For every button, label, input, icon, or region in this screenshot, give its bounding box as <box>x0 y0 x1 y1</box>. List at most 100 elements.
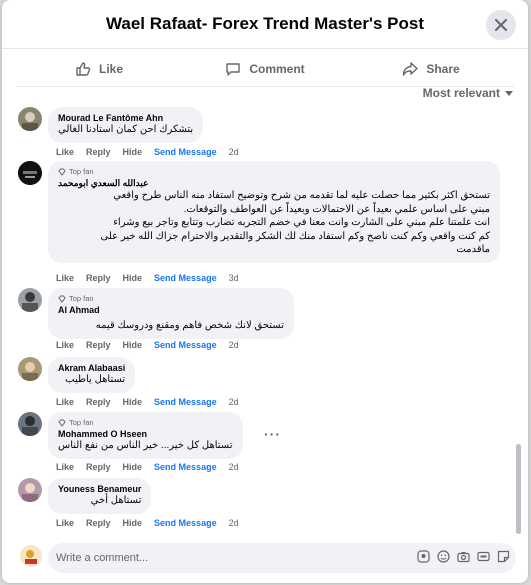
comment-like-link[interactable]: Like <box>56 518 74 528</box>
comment: Mourad Le Fantôme Ahn بتشكرك احن كمان اس… <box>18 107 478 162</box>
comment-text: تستحق لانك شخص فاهم ومقنع ودروسك قيمه <box>95 320 284 331</box>
comment-author[interactable]: Mourad Le Fantôme Ahn <box>58 113 193 123</box>
thumbs-up-icon <box>76 62 91 76</box>
comment-like-link[interactable]: Like <box>56 147 74 157</box>
current-user-avatar[interactable] <box>20 545 42 567</box>
avatar[interactable] <box>18 357 42 381</box>
comment-placeholder: Write a comment... <box>56 552 149 564</box>
comment-timestamp[interactable]: 2d <box>229 340 239 350</box>
emoji-icon[interactable] <box>436 549 450 563</box>
comment-hide-link[interactable]: Hide <box>123 462 143 472</box>
comment-bubble: Top fan Mohammed O Hseen تستاهل كل خير..… <box>48 412 243 459</box>
send-message-link[interactable]: Send Message <box>154 518 217 528</box>
comment-hide-link[interactable]: Hide <box>123 340 143 350</box>
avatar[interactable] <box>18 412 42 436</box>
comment-actions: Like Reply Hide Send Message 2d <box>56 518 239 528</box>
comment-text: تستاهل كل خير... خير الناس من نفع الناس <box>58 440 233 451</box>
comment-reply-link[interactable]: Reply <box>86 273 111 283</box>
send-message-link[interactable]: Send Message <box>154 397 217 407</box>
diamond-icon <box>58 419 66 427</box>
avatar[interactable] <box>18 478 42 502</box>
comment-reply-link[interactable]: Reply <box>86 518 111 528</box>
comment-reply-link[interactable]: Reply <box>86 462 111 472</box>
comment-text: بتشكرك احن كمان استادنا الغالي <box>58 124 194 135</box>
diamond-icon <box>58 295 66 303</box>
modal-header: Wael Rafaat- Forex Trend Master's Post <box>2 0 528 49</box>
comment-like-link[interactable]: Like <box>56 273 74 283</box>
comment-actions: Like Reply Hide Send Message 3d <box>56 273 239 283</box>
comment-composer: Write a comment... <box>2 540 528 583</box>
share-icon <box>403 62 419 76</box>
comment-reply-link[interactable]: Reply <box>86 340 111 350</box>
comment-bubble: Akram Alabaasi تستاهل ياطيب <box>48 357 136 393</box>
comment-timestamp[interactable]: 2d <box>229 147 239 157</box>
like-button[interactable]: Like <box>16 52 182 86</box>
comment-hide-link[interactable]: Hide <box>123 518 143 528</box>
comment-bubble: Youness Benameur تستاهل أخي <box>48 478 152 514</box>
comment-hide-link[interactable]: Hide <box>123 273 143 283</box>
comment-timestamp[interactable]: 2d <box>229 518 239 528</box>
like-label: Like <box>98 62 123 76</box>
comment-timestamp[interactable]: 2d <box>229 397 239 407</box>
comment-author[interactable]: Akram Alabaasi <box>58 363 125 373</box>
comment-hide-link[interactable]: Hide <box>123 397 143 407</box>
comment-author[interactable]: عبدالله السعدي ابومحمد <box>58 178 490 189</box>
send-message-link[interactable]: Send Message <box>154 273 217 283</box>
comment-timestamp[interactable]: 3d <box>229 273 239 283</box>
more-options-button[interactable]: ··· <box>264 426 281 442</box>
send-message-link[interactable]: Send Message <box>154 340 217 350</box>
comment-input[interactable]: Write a comment... <box>48 543 516 573</box>
comment-like-link[interactable]: Like <box>56 462 74 472</box>
send-message-link[interactable]: Send Message <box>154 462 217 472</box>
comment-button[interactable]: Comment <box>182 52 348 86</box>
scrollbar-thumb[interactable] <box>516 444 521 534</box>
comment: Youness Benameur تستاهل أخي Like Reply H… <box>18 478 478 530</box>
top-fan-badge: Top fan <box>58 418 233 427</box>
comment: Top fan Mohammed O Hseen تستاهل كل خير..… <box>18 412 478 474</box>
comment: Top fan عبدالله السعدي ابومحمد تستحق اكث… <box>18 161 518 286</box>
comment-bubble: Top fan عبدالله السعدي ابومحمد تستحق اكث… <box>48 161 500 263</box>
sort-label: Most relevant <box>422 86 500 100</box>
comment-bubble: Top fan Al Ahmad تستحق لانك شخص فاهم ومق… <box>48 288 294 339</box>
top-fan-label: Top fan <box>69 418 94 427</box>
comment-actions: Like Reply Hide Send Message 2d <box>56 340 239 350</box>
comment-hide-link[interactable]: Hide <box>123 147 143 157</box>
top-fan-badge: Top fan <box>58 294 284 303</box>
gif-icon[interactable] <box>476 549 490 563</box>
avatar[interactable] <box>18 288 42 312</box>
comment-actions: Like Reply Hide Send Message 2d <box>56 462 239 472</box>
avatar-sticker-icon[interactable] <box>416 549 430 563</box>
camera-icon[interactable] <box>456 549 470 563</box>
close-button[interactable] <box>486 10 516 40</box>
comment: Akram Alabaasi تستاهل ياطيب Like Reply H… <box>18 357 478 409</box>
close-icon <box>495 19 507 31</box>
comment-text: تستحق اكثر بكثير مما حصلت عليه لما تقدمه… <box>100 190 491 255</box>
comment-like-link[interactable]: Like <box>56 340 74 350</box>
modal-title: Wael Rafaat- Forex Trend Master's Post <box>105 14 424 33</box>
comment-bubble: Mourad Le Fantôme Ahn بتشكرك احن كمان اس… <box>48 107 204 143</box>
avatar[interactable] <box>18 107 42 131</box>
comment-reply-link[interactable]: Reply <box>86 147 111 157</box>
comment-timestamp[interactable]: 2d <box>229 462 239 472</box>
top-fan-label: Top fan <box>69 294 94 303</box>
comment-author[interactable]: Mohammed O Hseen <box>58 429 233 439</box>
comment-author[interactable]: Youness Benameur <box>58 484 141 494</box>
sort-dropdown[interactable]: Most relevant <box>423 86 514 100</box>
sticker-icon[interactable] <box>496 549 510 563</box>
share-button[interactable]: Share <box>348 52 514 86</box>
top-fan-label: Top fan <box>69 167 94 176</box>
diamond-icon <box>58 168 66 176</box>
share-label: Share <box>426 62 460 76</box>
avatar[interactable] <box>18 161 42 185</box>
comment: Top fan Al Ahmad تستحق لانك شخص فاهم ومق… <box>18 288 478 350</box>
comment-reply-link[interactable]: Reply <box>86 397 111 407</box>
comment-label: Comment <box>249 62 305 76</box>
comment-author[interactable]: Al Ahmad <box>58 305 284 315</box>
comment-like-link[interactable]: Like <box>56 397 74 407</box>
top-fan-badge: Top fan <box>58 167 490 176</box>
send-message-link[interactable]: Send Message <box>154 147 217 157</box>
comment-actions: Like Reply Hide Send Message 2d <box>56 147 239 157</box>
composer-icons <box>416 549 510 563</box>
comment-text: تستاهل ياطيب <box>65 374 126 385</box>
comment-actions: Like Reply Hide Send Message 2d <box>56 397 239 407</box>
